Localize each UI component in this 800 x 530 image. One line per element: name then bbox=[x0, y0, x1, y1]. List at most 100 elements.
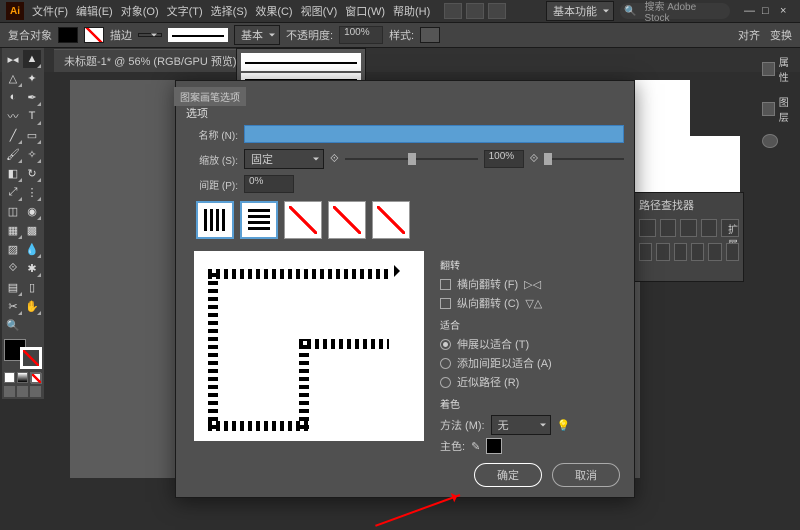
screen-mode-icon[interactable] bbox=[4, 386, 15, 397]
paintbrush-tool[interactable]: 🖌 bbox=[4, 145, 22, 163]
opacity-input[interactable]: 100% bbox=[339, 26, 383, 44]
menu-edit[interactable]: 编辑(E) bbox=[76, 3, 113, 19]
magic-wand-tool[interactable]: ✦ bbox=[23, 69, 41, 87]
pathfinder-minus-icon[interactable] bbox=[660, 219, 677, 237]
stroke-style-preview[interactable] bbox=[168, 28, 228, 42]
color-mode-icon[interactable] bbox=[4, 372, 15, 383]
flip-h-checkbox[interactable] bbox=[440, 279, 451, 290]
rectangle-tool[interactable]: ▭ bbox=[23, 126, 41, 144]
menu-file[interactable]: 文件(F) bbox=[32, 3, 68, 19]
toolbar-icon[interactable] bbox=[466, 3, 484, 19]
eyedropper-tool[interactable]: 💧 bbox=[23, 240, 41, 258]
menu-view[interactable]: 视图(V) bbox=[301, 3, 338, 19]
tile-inner-corner[interactable] bbox=[284, 201, 322, 239]
pathfinder-mode-icon[interactable] bbox=[656, 243, 669, 261]
tile-end[interactable] bbox=[372, 201, 410, 239]
fill-swatch[interactable] bbox=[58, 27, 78, 43]
free-transform-tool[interactable]: ◫ bbox=[4, 202, 22, 220]
flip-v-checkbox[interactable] bbox=[440, 298, 451, 309]
window-maximize-icon[interactable]: □ bbox=[762, 5, 776, 17]
brush-stroke-option[interactable] bbox=[241, 53, 361, 71]
color-method-dropdown[interactable]: 无 bbox=[491, 415, 551, 435]
tile-outer-corner[interactable] bbox=[240, 201, 278, 239]
key-color-swatch[interactable] bbox=[486, 438, 502, 454]
window-close-icon[interactable]: × bbox=[780, 5, 794, 17]
mesh-tool[interactable]: ▩ bbox=[23, 221, 41, 239]
lasso-tool[interactable]: ◐ bbox=[4, 88, 22, 106]
pathfinder-mode-icon[interactable] bbox=[639, 243, 652, 261]
none-mode-icon[interactable] bbox=[30, 372, 41, 383]
pathfinder-unite-icon[interactable] bbox=[639, 219, 656, 237]
gradient-mode-icon[interactable] bbox=[17, 372, 28, 383]
stroke-profile-dropdown[interactable]: 基本 bbox=[234, 25, 280, 45]
pathfinder-mode-icon[interactable] bbox=[691, 243, 704, 261]
pathfinder-mode-icon[interactable] bbox=[726, 243, 739, 261]
menu-help[interactable]: 帮助(H) bbox=[393, 3, 430, 19]
width-tool[interactable]: ⋮ bbox=[23, 183, 41, 201]
pen-tool[interactable]: ✒ bbox=[23, 88, 41, 106]
ok-button[interactable]: 确定 bbox=[474, 463, 542, 487]
pathfinder-exclude-icon[interactable] bbox=[701, 219, 718, 237]
graphic-style-swatch[interactable] bbox=[420, 27, 440, 43]
rotate-tool[interactable]: ↻ bbox=[23, 164, 41, 182]
tip-icon[interactable]: 💡 bbox=[557, 419, 571, 432]
stock-search[interactable]: 🔍搜索 Adobe Stock bbox=[620, 3, 730, 19]
tool-handle[interactable]: ▸◂ bbox=[4, 50, 22, 68]
pathfinder-mode-icon[interactable] bbox=[674, 243, 687, 261]
graph-tool[interactable]: ▤ bbox=[4, 278, 22, 296]
tile-start[interactable] bbox=[328, 201, 366, 239]
menu-object[interactable]: 对象(O) bbox=[121, 3, 159, 19]
stroke-weight-dropdown[interactable] bbox=[138, 33, 162, 37]
fit-stretch-radio[interactable] bbox=[440, 339, 451, 350]
shaper-tool[interactable]: ✧ bbox=[23, 145, 41, 163]
fit-space-radio[interactable] bbox=[440, 358, 451, 369]
tile-side[interactable] bbox=[196, 201, 234, 239]
selection-tool[interactable]: ▲ bbox=[23, 50, 41, 68]
stroke-swatch[interactable] bbox=[84, 27, 104, 43]
document-tab[interactable]: 未标题-1* @ 56% (RGB/GPU 预览) × bbox=[54, 49, 259, 72]
toolbar-icon[interactable] bbox=[444, 3, 462, 19]
line-tool[interactable]: ╱ bbox=[4, 126, 22, 144]
workspace-dropdown[interactable]: 基本功能 bbox=[546, 1, 614, 21]
symbol-sprayer-tool[interactable]: ✱ bbox=[23, 259, 41, 277]
transform-link[interactable]: 变换 bbox=[770, 27, 792, 43]
scale-link-icon[interactable]: ⟐ bbox=[330, 153, 339, 166]
artboard-tool[interactable]: ▯ bbox=[23, 278, 41, 296]
gradient-tool[interactable]: ▨ bbox=[4, 240, 22, 258]
cancel-button[interactable]: 取消 bbox=[552, 463, 620, 487]
menu-type[interactable]: 文字(T) bbox=[167, 3, 203, 19]
direct-selection-tool[interactable]: △ bbox=[4, 69, 22, 87]
slice-tool[interactable]: ✂ bbox=[4, 297, 22, 315]
curvature-tool[interactable]: 〰 bbox=[4, 107, 22, 125]
perspective-tool[interactable]: ▦ bbox=[4, 221, 22, 239]
screen-mode-icon[interactable] bbox=[17, 386, 28, 397]
menu-effect[interactable]: 效果(C) bbox=[255, 3, 292, 19]
cc-libraries-button[interactable] bbox=[762, 134, 794, 148]
blend-tool[interactable]: ⟐ bbox=[4, 259, 22, 277]
scale-value-input[interactable]: 100% bbox=[484, 150, 524, 168]
properties-panel-button[interactable]: 属性 bbox=[762, 54, 794, 84]
layers-panel-button[interactable]: 图层 bbox=[762, 94, 794, 124]
shape-builder-tool[interactable]: ◉ bbox=[23, 202, 41, 220]
window-minimize-icon[interactable]: — bbox=[744, 5, 758, 17]
menu-window[interactable]: 窗口(W) bbox=[345, 3, 385, 19]
pathfinder-expand-button[interactable]: 扩展 bbox=[721, 219, 739, 237]
fit-approx-radio[interactable] bbox=[440, 377, 451, 388]
scale-mode-dropdown[interactable]: 固定 bbox=[244, 149, 324, 169]
zoom-tool[interactable]: 🔍 bbox=[4, 316, 22, 334]
hand-tool[interactable]: ✋ bbox=[23, 297, 41, 315]
scale-link-icon[interactable]: ⟐ bbox=[530, 153, 539, 166]
screen-mode-icon[interactable] bbox=[30, 386, 41, 397]
brush-name-input[interactable] bbox=[244, 125, 624, 143]
fill-stroke-control[interactable] bbox=[4, 339, 42, 369]
type-tool[interactable]: T bbox=[23, 107, 41, 125]
scale-tool[interactable]: ⤢ bbox=[4, 183, 22, 201]
menu-select[interactable]: 选择(S) bbox=[211, 3, 248, 19]
spacing-input[interactable]: 0% bbox=[244, 175, 294, 193]
align-link[interactable]: 对齐 bbox=[738, 27, 760, 43]
pathfinder-mode-icon[interactable] bbox=[708, 243, 721, 261]
eyedropper-icon[interactable]: ✎ bbox=[471, 440, 480, 453]
toolbar-icon[interactable] bbox=[488, 3, 506, 19]
eraser-tool[interactable]: ◧ bbox=[4, 164, 22, 182]
pathfinder-intersect-icon[interactable] bbox=[680, 219, 697, 237]
